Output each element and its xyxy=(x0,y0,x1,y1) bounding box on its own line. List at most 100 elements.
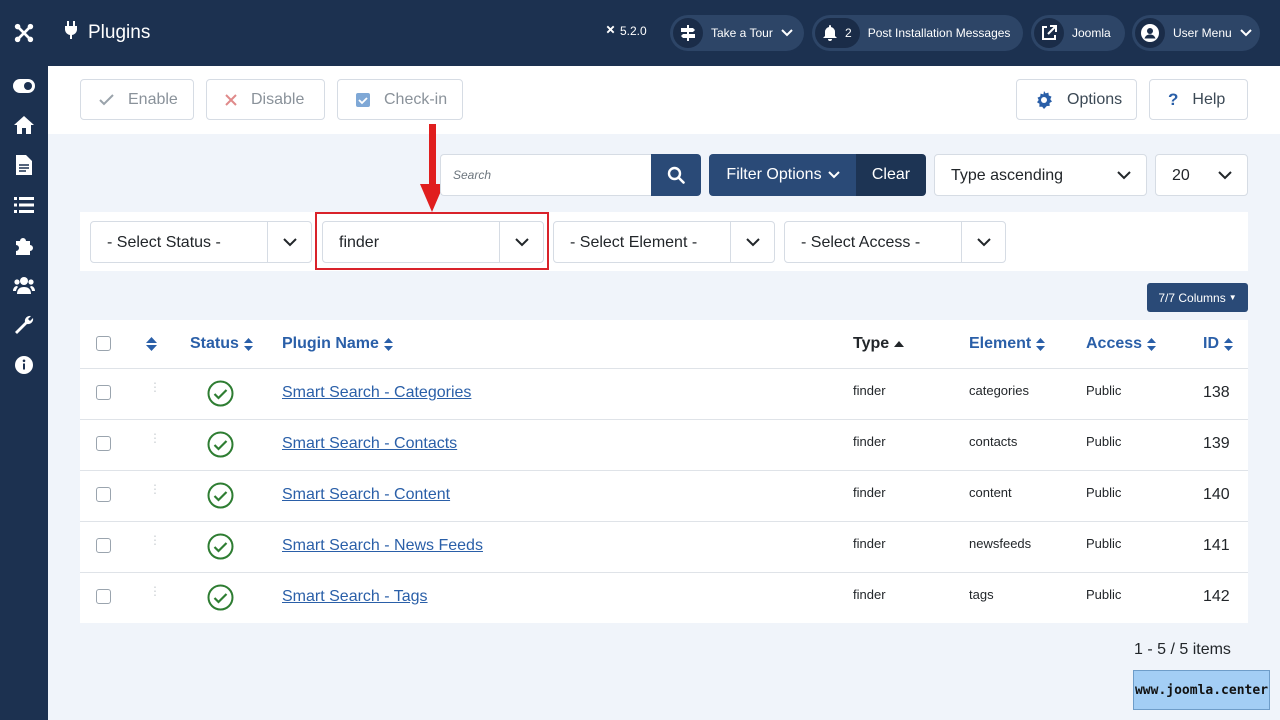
access-cell: Public xyxy=(1086,434,1122,449)
header-status-label: Status xyxy=(190,335,239,352)
row-divider xyxy=(80,419,1248,420)
header-access-label: Access xyxy=(1086,335,1143,352)
drag-handle-icon[interactable]: ⋮ xyxy=(149,534,161,546)
enabled-check-circle-icon[interactable] xyxy=(207,584,234,616)
header-bar: Plugins 5.2.0 Take a Tour 2 Post Install… xyxy=(48,0,1280,66)
header-plugin-name[interactable]: Plugin Name xyxy=(282,320,393,368)
times-icon xyxy=(225,93,237,106)
element-cell: tags xyxy=(969,587,994,602)
filter-options-button[interactable]: Filter Options xyxy=(709,154,857,196)
joomla-logo-icon[interactable] xyxy=(0,0,48,66)
row-checkbox[interactable] xyxy=(96,589,111,604)
take-tour-button[interactable]: Take a Tour xyxy=(670,15,804,51)
post-installation-messages-button[interactable]: 2 Post Installation Messages xyxy=(812,15,1023,51)
access-cell: Public xyxy=(1086,383,1122,398)
version-text: 5.2.0 xyxy=(620,24,647,38)
drag-handle-icon[interactable]: ⋮ xyxy=(149,585,161,597)
options-label: Options xyxy=(1067,90,1123,108)
header-type[interactable]: Type xyxy=(853,320,905,368)
type-cell: finder xyxy=(853,587,886,602)
info-icon[interactable] xyxy=(0,345,48,385)
joomla-site-link[interactable]: Joomla xyxy=(1031,15,1125,51)
disable-button[interactable]: Disable xyxy=(206,79,325,120)
plugin-name-link[interactable]: Smart Search - Content xyxy=(282,486,450,504)
users-icon[interactable] xyxy=(0,265,48,305)
checkin-button[interactable]: Check-in xyxy=(337,79,463,120)
chevron-down-icon xyxy=(781,29,793,37)
header-access[interactable]: Access xyxy=(1086,320,1157,368)
help-button[interactable]: ? Help xyxy=(1149,79,1248,120)
enabled-check-circle-icon[interactable] xyxy=(207,431,234,463)
enabled-check-circle-icon[interactable] xyxy=(207,482,234,514)
plugin-name-link[interactable]: Smart Search - News Feeds xyxy=(282,537,483,555)
type-cell: finder xyxy=(853,536,886,551)
post-install-label: Post Installation Messages xyxy=(867,26,1011,40)
system-wrench-icon[interactable] xyxy=(0,305,48,345)
header-element[interactable]: Element xyxy=(969,320,1046,368)
columns-toggle-button[interactable]: 7/7 Columns ▼ xyxy=(1147,283,1248,312)
plugin-name-link[interactable]: Smart Search - Categories xyxy=(282,384,471,402)
drag-handle-icon[interactable]: ⋮ xyxy=(149,432,161,444)
version-label: 5.2.0 xyxy=(605,24,647,38)
row-checkbox[interactable] xyxy=(96,538,111,553)
take-tour-label: Take a Tour xyxy=(711,26,773,40)
header-element-label: Element xyxy=(969,335,1032,352)
post-install-badge: 2 xyxy=(815,18,860,48)
columns-label: 7/7 Columns xyxy=(1158,290,1226,305)
type-cell: finder xyxy=(853,485,886,500)
ordering-value: Type ascending xyxy=(951,167,1064,184)
type-cell: finder xyxy=(853,383,886,398)
plugin-name-link[interactable]: Smart Search - Contacts xyxy=(282,435,457,453)
filter-options-label: Filter Options xyxy=(726,166,822,183)
content-icon[interactable] xyxy=(0,145,48,185)
checkin-label: Check-in xyxy=(384,90,448,108)
enabled-check-circle-icon[interactable] xyxy=(207,533,234,565)
select-all-checkbox[interactable] xyxy=(96,336,111,351)
header-type-label: Type xyxy=(853,335,890,352)
home-icon[interactable] xyxy=(0,105,48,145)
header-status[interactable]: Status xyxy=(190,320,253,368)
access-cell: Public xyxy=(1086,587,1122,602)
watermark-label: www.joomla.center xyxy=(1133,670,1270,710)
bell-icon xyxy=(823,25,837,41)
enable-button[interactable]: Enable xyxy=(80,79,194,120)
menus-icon[interactable] xyxy=(0,185,48,225)
external-link-icon xyxy=(1034,18,1064,48)
element-filter-select[interactable]: - Select Element - xyxy=(553,221,775,263)
search-input[interactable] xyxy=(440,154,652,196)
header-id-label: ID xyxy=(1203,335,1219,352)
row-checkbox[interactable] xyxy=(96,385,111,400)
row-checkbox[interactable] xyxy=(96,487,111,502)
enable-label: Enable xyxy=(128,90,178,108)
page-title-text: Plugins xyxy=(88,22,151,43)
options-button[interactable]: Options xyxy=(1016,79,1137,120)
enabled-check-circle-icon[interactable] xyxy=(207,380,234,412)
type-cell: finder xyxy=(853,434,886,449)
components-icon[interactable] xyxy=(0,225,48,265)
drag-handle-icon[interactable]: ⋮ xyxy=(149,381,161,393)
access-filter-select[interactable]: - Select Access - xyxy=(784,221,1006,263)
sidebar-toggle-icon[interactable] xyxy=(0,66,48,106)
plug-icon xyxy=(64,21,78,45)
drag-handle-icon[interactable]: ⋮ xyxy=(149,483,161,495)
ordering-sort-icon[interactable] xyxy=(146,320,157,368)
access-cell: Public xyxy=(1086,536,1122,551)
element-cell: newsfeeds xyxy=(969,536,1032,551)
signpost-icon xyxy=(673,18,703,48)
plugins-table: Status Plugin Name Type Element Access I… xyxy=(80,320,1248,623)
element-cell: contacts xyxy=(969,434,1018,449)
search-button[interactable] xyxy=(651,154,701,196)
user-menu-button[interactable]: User Menu xyxy=(1132,15,1260,51)
status-filter-select[interactable]: - Select Status - xyxy=(90,221,312,263)
ordering-select[interactable]: Type ascending xyxy=(934,154,1147,196)
sort-icon xyxy=(243,337,253,351)
chevron-down-icon xyxy=(1203,155,1247,195)
list-limit-select[interactable]: 20 xyxy=(1155,154,1248,196)
search-icon xyxy=(667,166,685,184)
element-filter-value: - Select Element - xyxy=(570,234,698,251)
plugin-name-link[interactable]: Smart Search - Tags xyxy=(282,588,428,606)
clear-button[interactable]: Clear xyxy=(856,154,926,196)
row-checkbox[interactable] xyxy=(96,436,111,451)
header-id[interactable]: ID xyxy=(1203,320,1233,368)
gear-icon xyxy=(1035,90,1053,109)
